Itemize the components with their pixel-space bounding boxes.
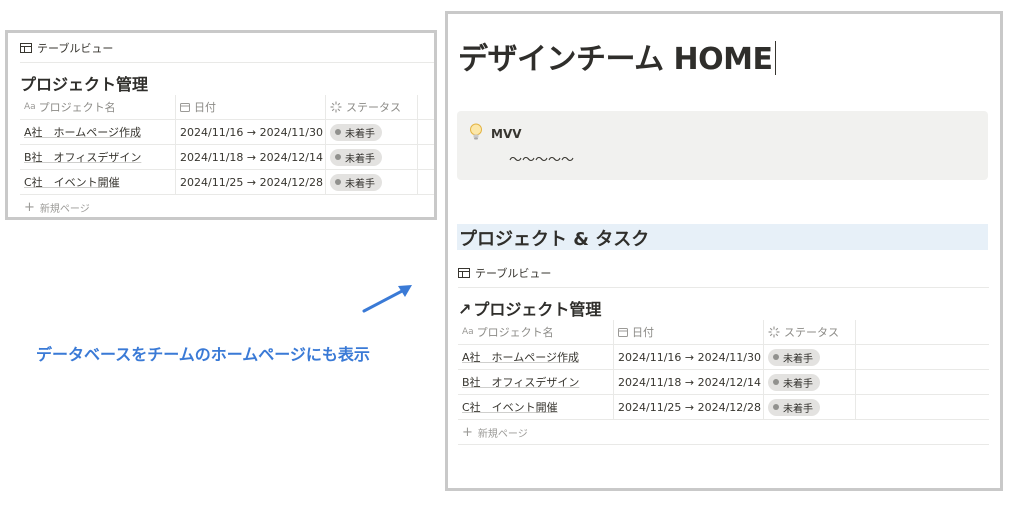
linked-arrow-icon: ↗ [458, 300, 472, 319]
row-name[interactable]: C社 イベント開催 [24, 174, 120, 190]
database-block: テーブルビュー プロジェクト管理 Aa プロジェクト名 日付 ステータス A社 ホ… [20, 33, 434, 217]
left-database-panel: テーブルビュー プロジェクト管理 Aa プロジェクト名 日付 ステータス A社 ホ… [5, 30, 437, 220]
plus-icon: + [462, 424, 473, 440]
status-icon [768, 326, 780, 338]
column-header-empty [856, 320, 918, 344]
column-header-date[interactable]: 日付 [176, 95, 326, 119]
page-title[interactable]: デザインチーム HOME [458, 34, 776, 78]
column-header-status[interactable]: ステータス [326, 95, 418, 119]
new-page-button[interactable]: + 新規ページ [20, 195, 434, 217]
column-header-date[interactable]: 日付 [614, 320, 764, 344]
row-date[interactable]: 2024/11/18 → 2024/12/14 [176, 145, 326, 169]
table-header: Aa プロジェクト名 日付 ステータス [20, 95, 434, 120]
column-header-empty [418, 95, 434, 119]
status-dot [773, 354, 779, 360]
status-dot [335, 129, 341, 135]
table-row[interactable]: B社 オフィスデザイン 2024/11/18 → 2024/12/14 未着手 [458, 370, 989, 395]
status-dot [773, 379, 779, 385]
row-name[interactable]: A社 ホームページ作成 [24, 124, 141, 140]
table-row[interactable]: C社 イベント開催 2024/11/25 → 2024/12/28 未着手 [20, 170, 434, 195]
lightbulb-icon [470, 123, 482, 140]
view-tab-label: テーブルビュー [37, 41, 114, 55]
row-name[interactable]: B社 オフィスデザイン [462, 374, 579, 390]
row-date[interactable]: 2024/11/18 → 2024/12/14 [614, 370, 764, 394]
status-badge: 未着手 [768, 348, 820, 366]
row-date[interactable]: 2024/11/25 → 2024/12/28 [176, 170, 326, 194]
status-badge: 未着手 [768, 398, 820, 416]
table-icon [20, 42, 32, 53]
status-badge: 未着手 [330, 173, 382, 191]
text-cursor [774, 41, 776, 75]
status-badge: 未着手 [768, 373, 820, 391]
row-date[interactable]: 2024/11/16 → 2024/11/30 [614, 345, 764, 369]
callout-body: 〜〜〜〜〜 [509, 153, 575, 168]
view-tab-table[interactable]: テーブルビュー [458, 258, 989, 288]
table-row[interactable]: C社 イベント開催 2024/11/25 → 2024/12/28 未着手 [458, 395, 989, 420]
table-icon [458, 267, 470, 278]
linked-database-block: テーブルビュー ↗ プロジェクト管理 Aa プロジェクト名 日付 ステータス A社 … [458, 258, 989, 445]
annotation-arrow-icon [362, 285, 412, 313]
plus-icon: + [24, 200, 35, 215]
view-tab-label: テーブルビュー [475, 266, 552, 280]
row-name[interactable]: C社 イベント開催 [462, 399, 558, 415]
row-name[interactable]: B社 オフィスデザイン [24, 149, 141, 165]
database-title[interactable]: プロジェクト管理 [20, 71, 434, 95]
calendar-icon [618, 328, 628, 337]
view-tab-table[interactable]: テーブルビュー [20, 33, 434, 63]
home-page-panel: デザインチーム HOME MVV 〜〜〜〜〜 プロジェクト & タスク テーブル… [445, 11, 1003, 491]
row-date[interactable]: 2024/11/16 → 2024/11/30 [176, 120, 326, 144]
table-row[interactable]: B社 オフィスデザイン 2024/11/18 → 2024/12/14 未着手 [20, 145, 434, 170]
callout-title: MVV [491, 127, 522, 141]
row-date[interactable]: 2024/11/25 → 2024/12/28 [614, 395, 764, 419]
status-badge: 未着手 [330, 148, 382, 166]
table-header: Aa プロジェクト名 日付 ステータス [458, 320, 989, 345]
text-property-icon: Aa [462, 327, 474, 337]
status-dot [773, 404, 779, 410]
database-title[interactable]: ↗ プロジェクト管理 [458, 296, 989, 320]
callout-block[interactable]: MVV 〜〜〜〜〜 [457, 111, 988, 180]
column-header-name[interactable]: Aa プロジェクト名 [20, 95, 176, 119]
annotation-text: データベースをチームのホームページにも表示 [36, 345, 370, 364]
column-header-status[interactable]: ステータス [764, 320, 856, 344]
column-header-name[interactable]: Aa プロジェクト名 [458, 320, 614, 344]
section-heading[interactable]: プロジェクト & タスク [457, 224, 988, 250]
table-row[interactable]: A社 ホームページ作成 2024/11/16 → 2024/11/30 未着手 [20, 120, 434, 145]
status-icon [330, 101, 342, 113]
row-name[interactable]: A社 ホームページ作成 [462, 349, 579, 365]
status-dot [335, 179, 341, 185]
text-property-icon: Aa [24, 102, 36, 112]
calendar-icon [180, 103, 190, 112]
status-dot [335, 154, 341, 160]
table-row[interactable]: A社 ホームページ作成 2024/11/16 → 2024/11/30 未着手 [458, 345, 989, 370]
status-badge: 未着手 [330, 123, 382, 141]
new-page-button[interactable]: + 新規ページ [458, 420, 989, 445]
